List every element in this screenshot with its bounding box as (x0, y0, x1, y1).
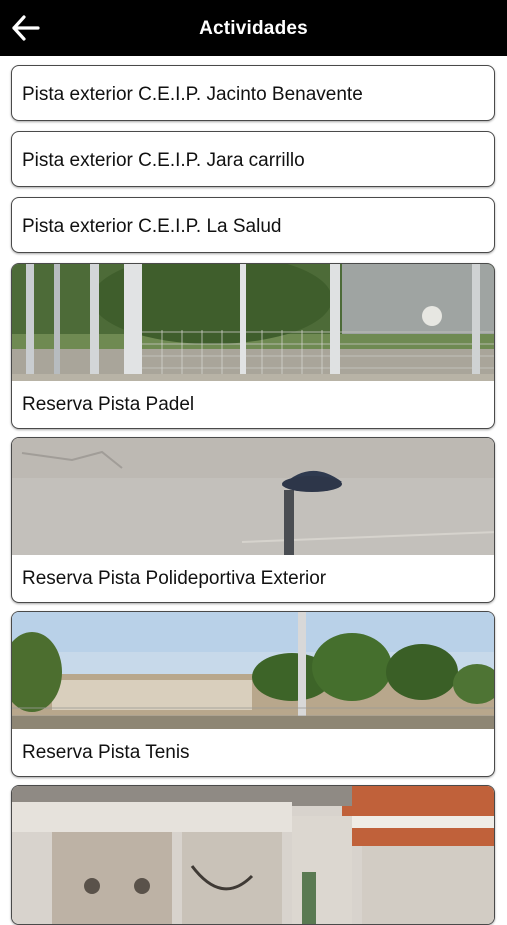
activity-item-jara-carrillo[interactable]: Pista exterior C.E.I.P. Jara carrillo (11, 131, 495, 187)
activity-item-padel[interactable]: Reserva Pista Padel (11, 263, 495, 429)
activity-label: Reserva Pista Padel (22, 394, 195, 415)
activity-label: Reserva Pista Tenis (22, 742, 190, 763)
sports-court-photo (12, 438, 494, 555)
activity-item-tenis[interactable]: Reserva Pista Tenis (11, 611, 495, 777)
activity-label: Reserva Pista Polideportiva Exterior (22, 568, 327, 589)
activity-item-jacinto-benavente[interactable]: Pista exterior C.E.I.P. Jacinto Benavent… (11, 65, 495, 121)
padel-court-photo (12, 264, 494, 381)
tennis-court-photo (12, 612, 494, 729)
app-header: Actividades (0, 0, 507, 56)
activity-item-polideportiva[interactable]: Reserva Pista Polideportiva Exterior (11, 437, 495, 603)
page-title: Actividades (199, 18, 308, 39)
activity-label: Pista exterior C.E.I.P. La Salud (22, 216, 282, 237)
activity-item-la-salud[interactable]: Pista exterior C.E.I.P. La Salud (11, 197, 495, 253)
activity-item-building[interactable] (11, 785, 495, 925)
activity-label: Pista exterior C.E.I.P. Jara carrillo (22, 150, 305, 171)
building-photo (12, 786, 494, 924)
activity-label: Pista exterior C.E.I.P. Jacinto Benavent… (22, 84, 363, 105)
